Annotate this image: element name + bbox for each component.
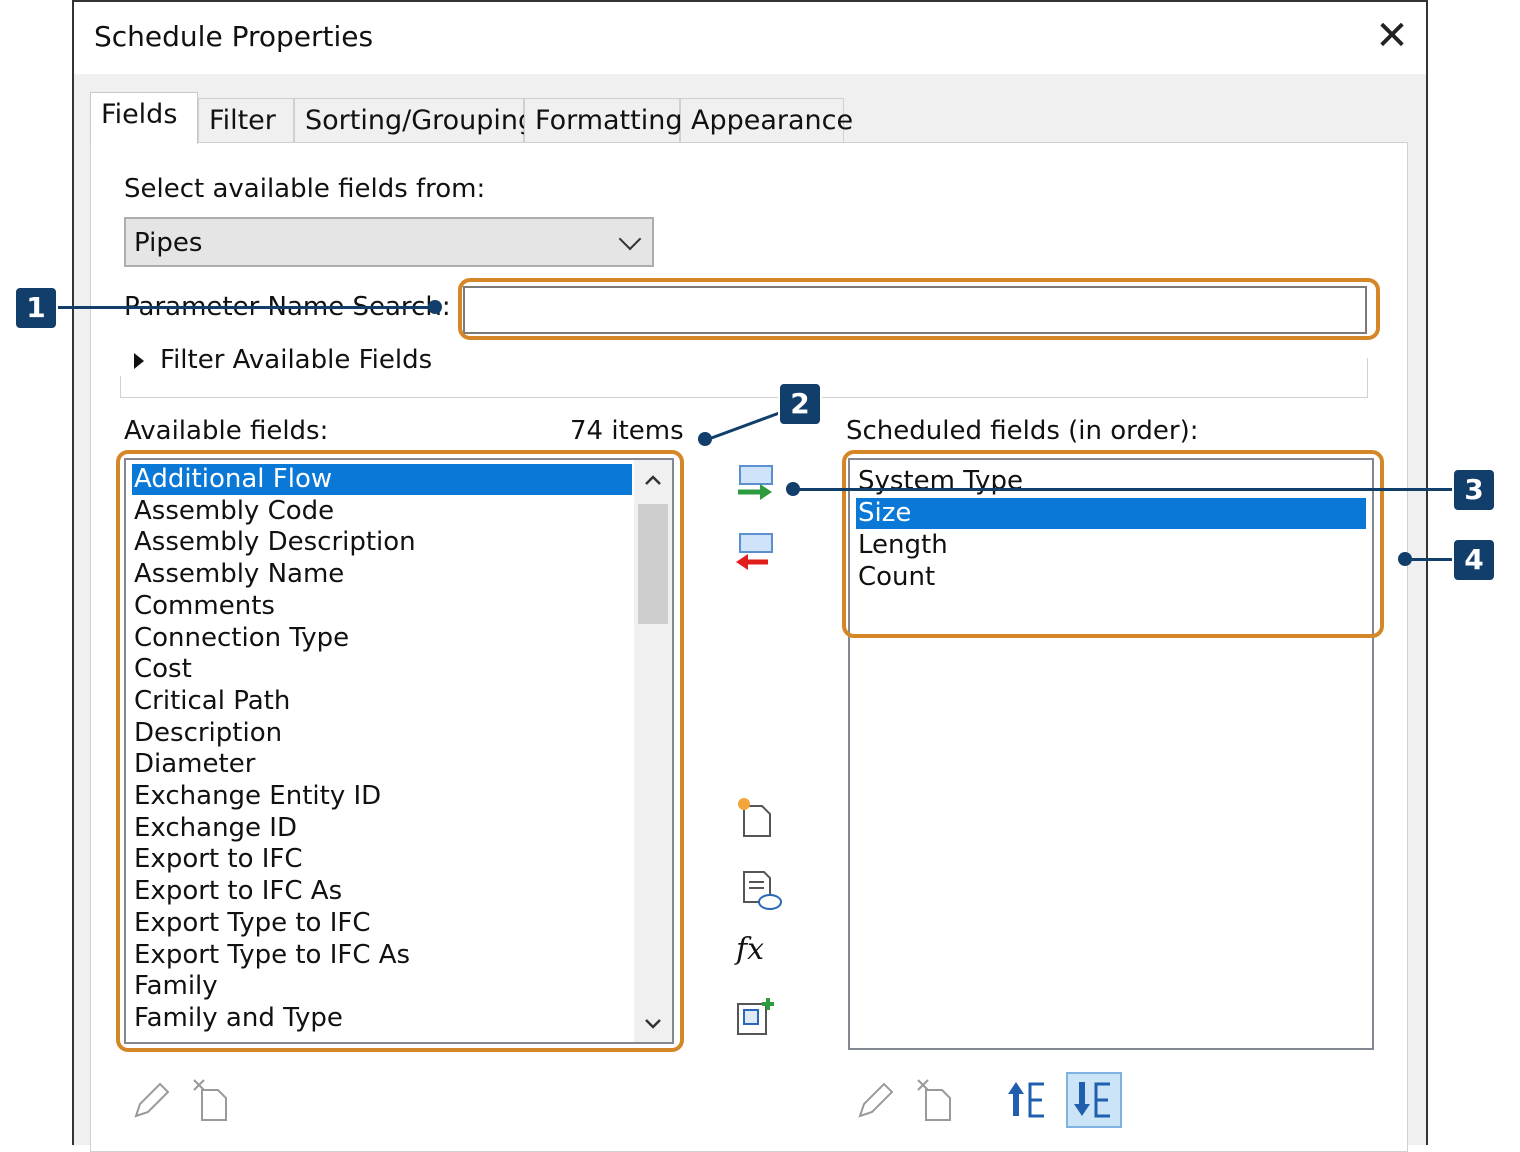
remove-parameter-icon [736,533,773,570]
cloud-parameter-button[interactable] [738,868,782,912]
tab-sorting-grouping[interactable]: Sorting/Grouping [294,98,535,142]
edit-scheduled-button[interactable] [852,1078,896,1122]
callout-3: 3 [1452,468,1496,512]
combine-parameters-button[interactable] [734,996,778,1040]
add-parameter-icon [738,465,773,500]
delete-parameter-icon [917,1079,951,1121]
delete-parameter-icon [193,1079,227,1121]
pencil-icon [858,1082,894,1118]
callout-2: 2 [778,382,822,426]
edit-parameter-button[interactable] [128,1078,172,1122]
callout-1-line [56,306,436,309]
callout-1: 1 [14,286,58,330]
new-parameter-icon [738,798,771,837]
callout-4: 4 [1452,538,1496,582]
delete-scheduled-button[interactable] [914,1078,958,1122]
cloud-parameter-icon [743,871,782,910]
callout-2-dot [698,432,712,446]
callout-3-dot [786,482,800,496]
tab-filter[interactable]: Filter [198,98,294,142]
scheduled-fields-label: Scheduled fields (in order): [846,416,1199,446]
add-parameter-button[interactable] [734,462,778,506]
pencil-icon [134,1082,170,1118]
tab-fields[interactable]: Fields [90,92,198,144]
dialog-title: Schedule Properties [94,20,374,53]
expand-toggle[interactable] [120,346,154,376]
callout-4-dot [1398,552,1412,566]
callout-3-line [794,488,1454,491]
triangle-right-icon [134,353,144,369]
delete-parameter-button[interactable] [190,1078,234,1122]
new-parameter-button[interactable] [734,796,778,840]
search-highlight [458,278,1380,340]
move-down-icon [1074,1082,1110,1118]
move-down-button[interactable] [1066,1072,1122,1128]
select-fields-label: Select available fields from: [124,174,486,204]
chevron-down-icon [618,227,642,251]
item-count: 74 items [570,416,684,446]
category-value: Pipes [134,228,203,258]
remove-parameter-button[interactable] [734,530,778,574]
available-highlight [116,450,684,1052]
combine-parameters-icon [737,998,774,1035]
tab-appearance[interactable]: Appearance [680,98,853,142]
formula-icon[interactable]: fx [736,932,780,976]
move-up-button[interactable] [1006,1078,1050,1122]
callout-1-dot [428,300,442,314]
scheduled-highlight [842,450,1384,638]
move-up-icon [1008,1082,1044,1118]
category-dropdown[interactable]: Pipes [124,217,654,267]
filter-available-fields-label[interactable]: Filter Available Fields [160,345,441,375]
available-fields-label: Available fields: [124,416,329,446]
close-icon[interactable]: ✕ [1370,14,1414,58]
tab-formatting[interactable]: Formatting [524,98,683,142]
